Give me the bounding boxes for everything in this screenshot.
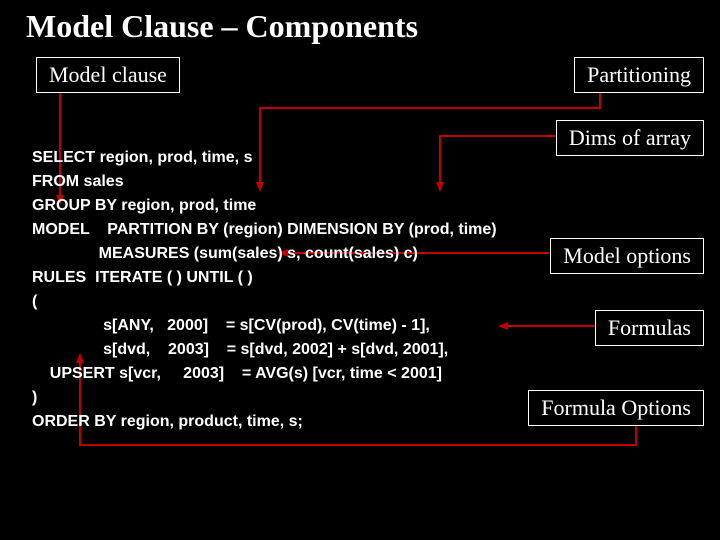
code-line: RULES ITERATE ( ) UNTIL ( ) — [32, 269, 253, 286]
code-line: SELECT region, prod, time, s — [32, 149, 252, 166]
code-line: MEASURES (sum(sales) s, count(sales) c) — [32, 245, 418, 262]
code-line: ( — [32, 293, 37, 310]
code-line: ORDER BY region, product, time, s; — [32, 413, 303, 430]
code-line: s[dvd, 2003] = s[dvd, 2002] + s[dvd, 200… — [32, 341, 448, 358]
code-line: UPSERT s[vcr, 2003] = AVG(s) [vcr, time … — [32, 365, 442, 382]
slide: Model Clause – Components Model clause P… — [0, 0, 720, 540]
slide-title: Model Clause – Components — [26, 8, 418, 45]
sql-code-block: SELECT region, prod, time, s FROM sales … — [32, 122, 497, 434]
label-formulas: Formulas — [595, 310, 704, 346]
label-dims: Dims of array — [556, 120, 704, 156]
code-line: MODEL PARTITION BY (region) DIMENSION BY… — [32, 221, 497, 238]
label-partitioning: Partitioning — [574, 57, 704, 93]
code-line: ) — [32, 389, 37, 406]
code-line: GROUP BY region, prod, time — [32, 197, 256, 214]
code-line: s[ANY, 2000] = s[CV(prod), CV(time) - 1]… — [32, 317, 430, 334]
code-line: FROM sales — [32, 173, 124, 190]
label-model-clause: Model clause — [36, 57, 180, 93]
label-model-options: Model options — [550, 238, 704, 274]
label-formula-options: Formula Options — [528, 390, 704, 426]
